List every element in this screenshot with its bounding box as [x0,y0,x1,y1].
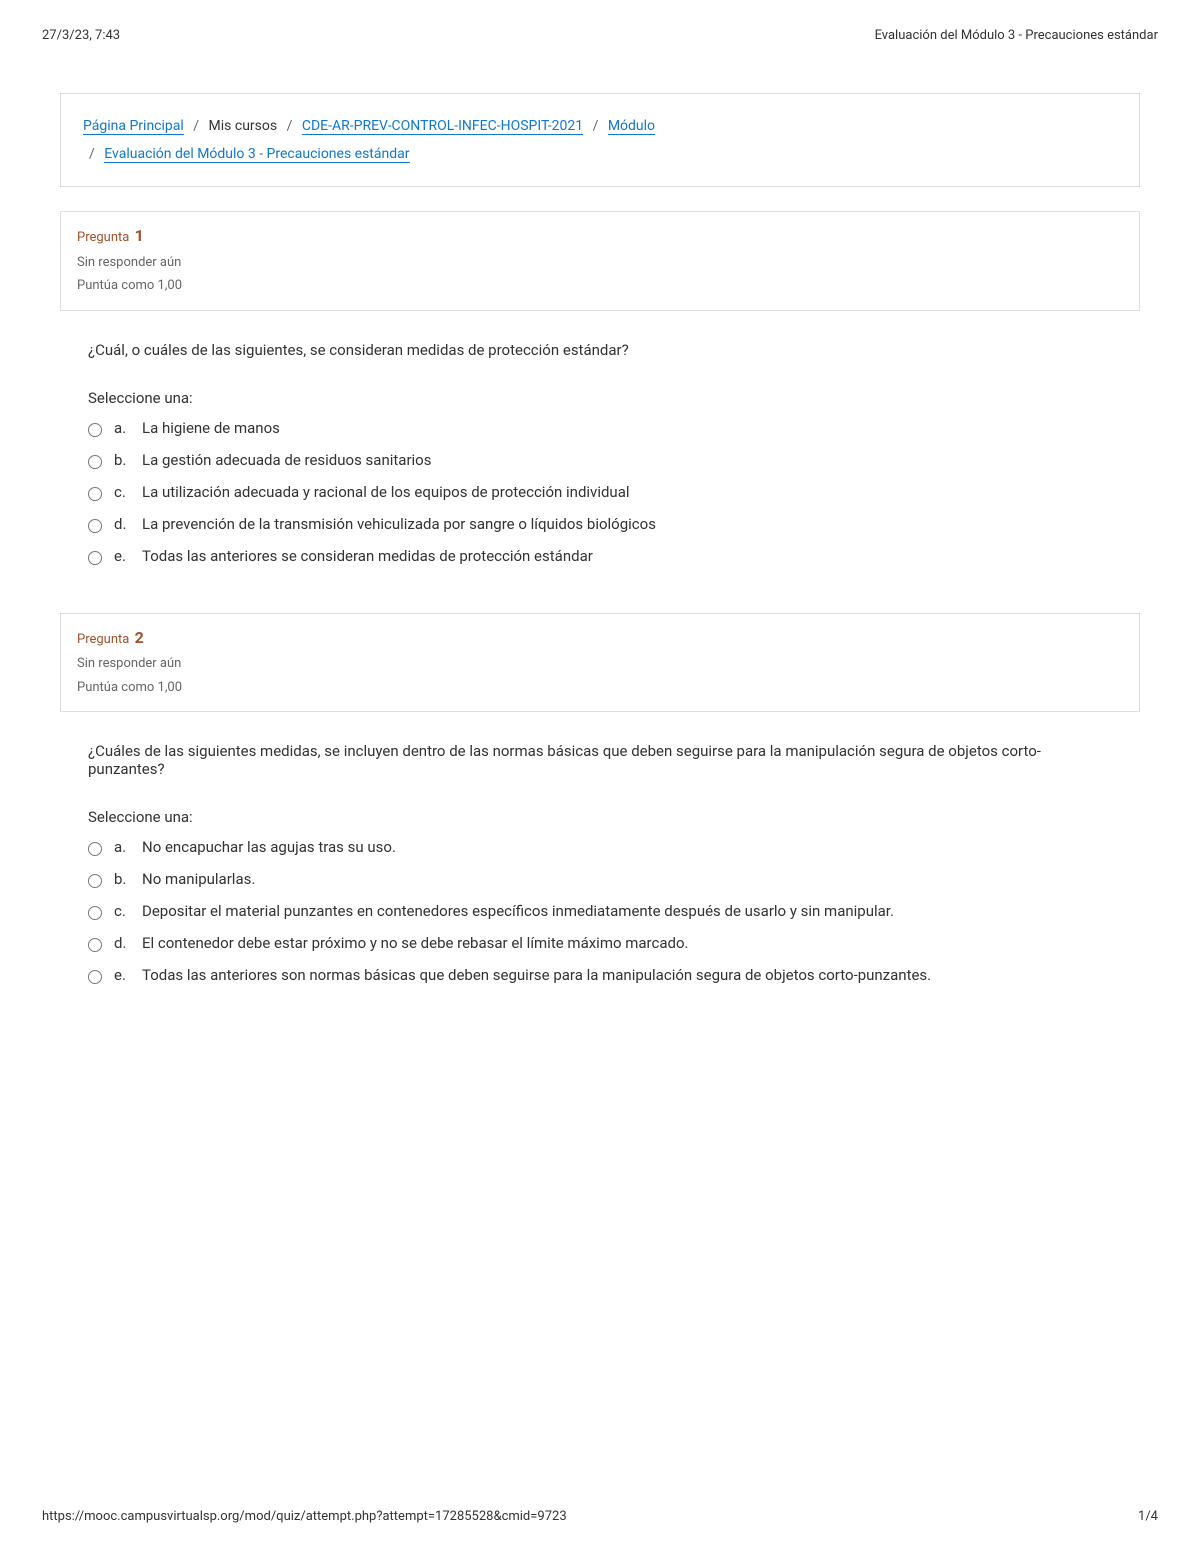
question-label: Pregunta [77,632,129,647]
question-label: Pregunta [77,230,129,245]
option-radio-q2-d[interactable] [88,938,102,952]
question-info-box: Pregunta 1 Sin responder aún Puntúa como… [60,211,1140,311]
option-text: Todas las anteriores se consideran medid… [142,547,1112,565]
question-body: ¿Cuál, o cuáles de las siguientes, se co… [60,311,1140,589]
option-radio-q2-e[interactable] [88,970,102,984]
option-text: La gestión adecuada de residuos sanitari… [142,451,1112,469]
option-text: Todas las anteriores son normas básicas … [142,966,1112,984]
option-row: d. La prevención de la transmisión vehic… [88,515,1112,533]
breadcrumb-separator: / [287,118,293,134]
option-letter: e. [114,966,132,984]
option-letter: d. [114,934,132,952]
option-letter: a. [114,838,132,856]
question-points: Puntúa como 1,00 [77,274,1123,297]
option-radio-q1-e[interactable] [88,551,102,565]
question-body: ¿Cuáles de las siguientes medidas, se in… [60,712,1140,1008]
option-letter: c. [114,483,132,501]
question-status: Sin responder aún [77,251,1123,274]
option-text: La higiene de manos [142,419,1112,437]
option-text: El contenedor debe estar próximo y no se… [142,934,1112,952]
option-row: e. Todas las anteriores son normas básic… [88,966,1112,984]
option-radio-q1-d[interactable] [88,519,102,533]
option-row: a. La higiene de manos [88,419,1112,437]
print-header: 27/3/23, 7:43 Evaluación del Módulo 3 - … [0,0,1200,43]
question-points: Puntúa como 1,00 [77,676,1123,699]
question-text: ¿Cuáles de las siguientes medidas, se in… [88,742,1112,778]
question-number: 1 [135,226,144,245]
option-text: No manipularlas. [142,870,1112,888]
option-row: c. La utilización adecuada y racional de… [88,483,1112,501]
option-letter: b. [114,451,132,469]
breadcrumb-separator: / [89,146,95,162]
select-one-label: Seleccione una: [88,808,1112,826]
option-letter: a. [114,419,132,437]
option-letter: c. [114,902,132,920]
select-one-label: Seleccione una: [88,389,1112,407]
breadcrumb: Página Principal / Mis cursos / CDE-AR-P… [60,93,1140,187]
option-radio-q1-a[interactable] [88,423,102,437]
breadcrumb-separator: / [593,118,599,134]
option-letter: d. [114,515,132,533]
option-row: d. El contenedor debe estar próximo y no… [88,934,1112,952]
question-text: ¿Cuál, o cuáles de las siguientes, se co… [88,341,1112,359]
question-status: Sin responder aún [77,652,1123,675]
breadcrumb-module-link[interactable]: Módulo [608,118,655,135]
breadcrumb-separator: / [193,118,199,134]
option-text: La utilización adecuada y racional de lo… [142,483,1112,501]
option-row: c. Depositar el material punzantes en co… [88,902,1112,920]
print-datetime: 27/3/23, 7:43 [42,28,120,43]
option-text: La prevención de la transmisión vehiculi… [142,515,1112,533]
option-row: b. La gestión adecuada de residuos sanit… [88,451,1112,469]
breadcrumb-mycourses: Mis cursos [209,118,278,134]
question-number: 2 [135,628,144,647]
breadcrumb-course-link[interactable]: CDE-AR-PREV-CONTROL-INFEC-HOSPIT-2021 [302,118,583,135]
breadcrumb-home-link[interactable]: Página Principal [83,118,184,135]
option-radio-q2-c[interactable] [88,906,102,920]
option-letter: b. [114,870,132,888]
option-radio-q1-c[interactable] [88,487,102,501]
option-row: e. Todas las anteriores se consideran me… [88,547,1112,565]
question-info-box: Pregunta 2 Sin responder aún Puntúa como… [60,613,1140,713]
print-title: Evaluación del Módulo 3 - Precauciones e… [875,28,1158,43]
print-footer: https://mooc.campusvirtualsp.org/mod/qui… [42,1509,1158,1524]
option-text: Depositar el material punzantes en conte… [142,902,1112,920]
option-row: a. No encapuchar las agujas tras su uso. [88,838,1112,856]
option-radio-q1-b[interactable] [88,455,102,469]
option-radio-q2-a[interactable] [88,842,102,856]
breadcrumb-current-link[interactable]: Evaluación del Módulo 3 - Precauciones e… [104,146,409,163]
footer-url: https://mooc.campusvirtualsp.org/mod/qui… [42,1509,567,1524]
option-row: b. No manipularlas. [88,870,1112,888]
option-text: No encapuchar las agujas tras su uso. [142,838,1112,856]
footer-page-number: 1/4 [1138,1509,1158,1524]
option-radio-q2-b[interactable] [88,874,102,888]
option-letter: e. [114,547,132,565]
